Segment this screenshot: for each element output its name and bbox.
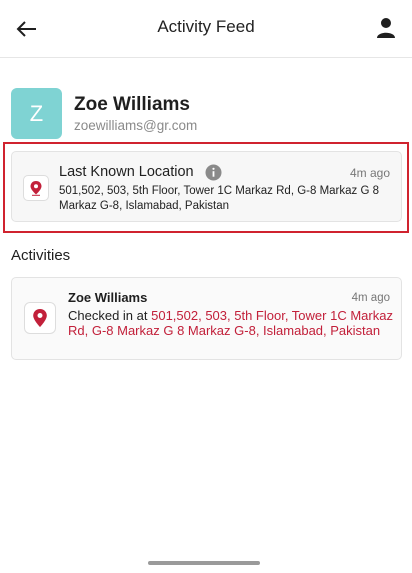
location-pin-icon	[30, 181, 42, 196]
activity-user-name: Zoe Williams	[68, 290, 148, 305]
last-location-card[interactable]: Last Known Location 4m ago 501,502, 503,…	[11, 151, 402, 222]
person-icon	[377, 18, 395, 38]
last-location-title: Last Known Location	[59, 164, 194, 180]
activity-icon-box	[24, 302, 56, 334]
user-email: zoewilliams@gr.com	[74, 118, 198, 133]
activity-prefix: Checked in at	[68, 308, 152, 323]
activity-time: 4m ago	[351, 292, 390, 304]
activities-heading: Activities	[11, 247, 71, 264]
user-name: Zoe Williams	[74, 94, 190, 115]
location-pin-icon	[33, 309, 47, 327]
info-icon	[205, 164, 222, 181]
page-title: Activity Feed	[157, 17, 255, 36]
home-indicator[interactable]	[148, 561, 260, 565]
profile-button[interactable]	[376, 17, 396, 39]
location-icon-box	[23, 175, 49, 201]
activity-item[interactable]: Zoe Williams 4m ago Checked in at 501,50…	[11, 277, 402, 360]
app-header: Activity Feed	[0, 0, 412, 58]
avatar: Z	[11, 88, 62, 139]
last-location-time: 4m ago	[349, 166, 390, 180]
activity-description: Checked in at 501,502, 503, 5th Floor, T…	[68, 308, 393, 338]
info-button[interactable]	[205, 164, 222, 181]
user-info: Z Zoe Williams zoewilliams@gr.com	[11, 88, 401, 140]
last-location-address: 501,502, 503, 5th Floor, Tower 1C Markaz…	[59, 185, 380, 212]
